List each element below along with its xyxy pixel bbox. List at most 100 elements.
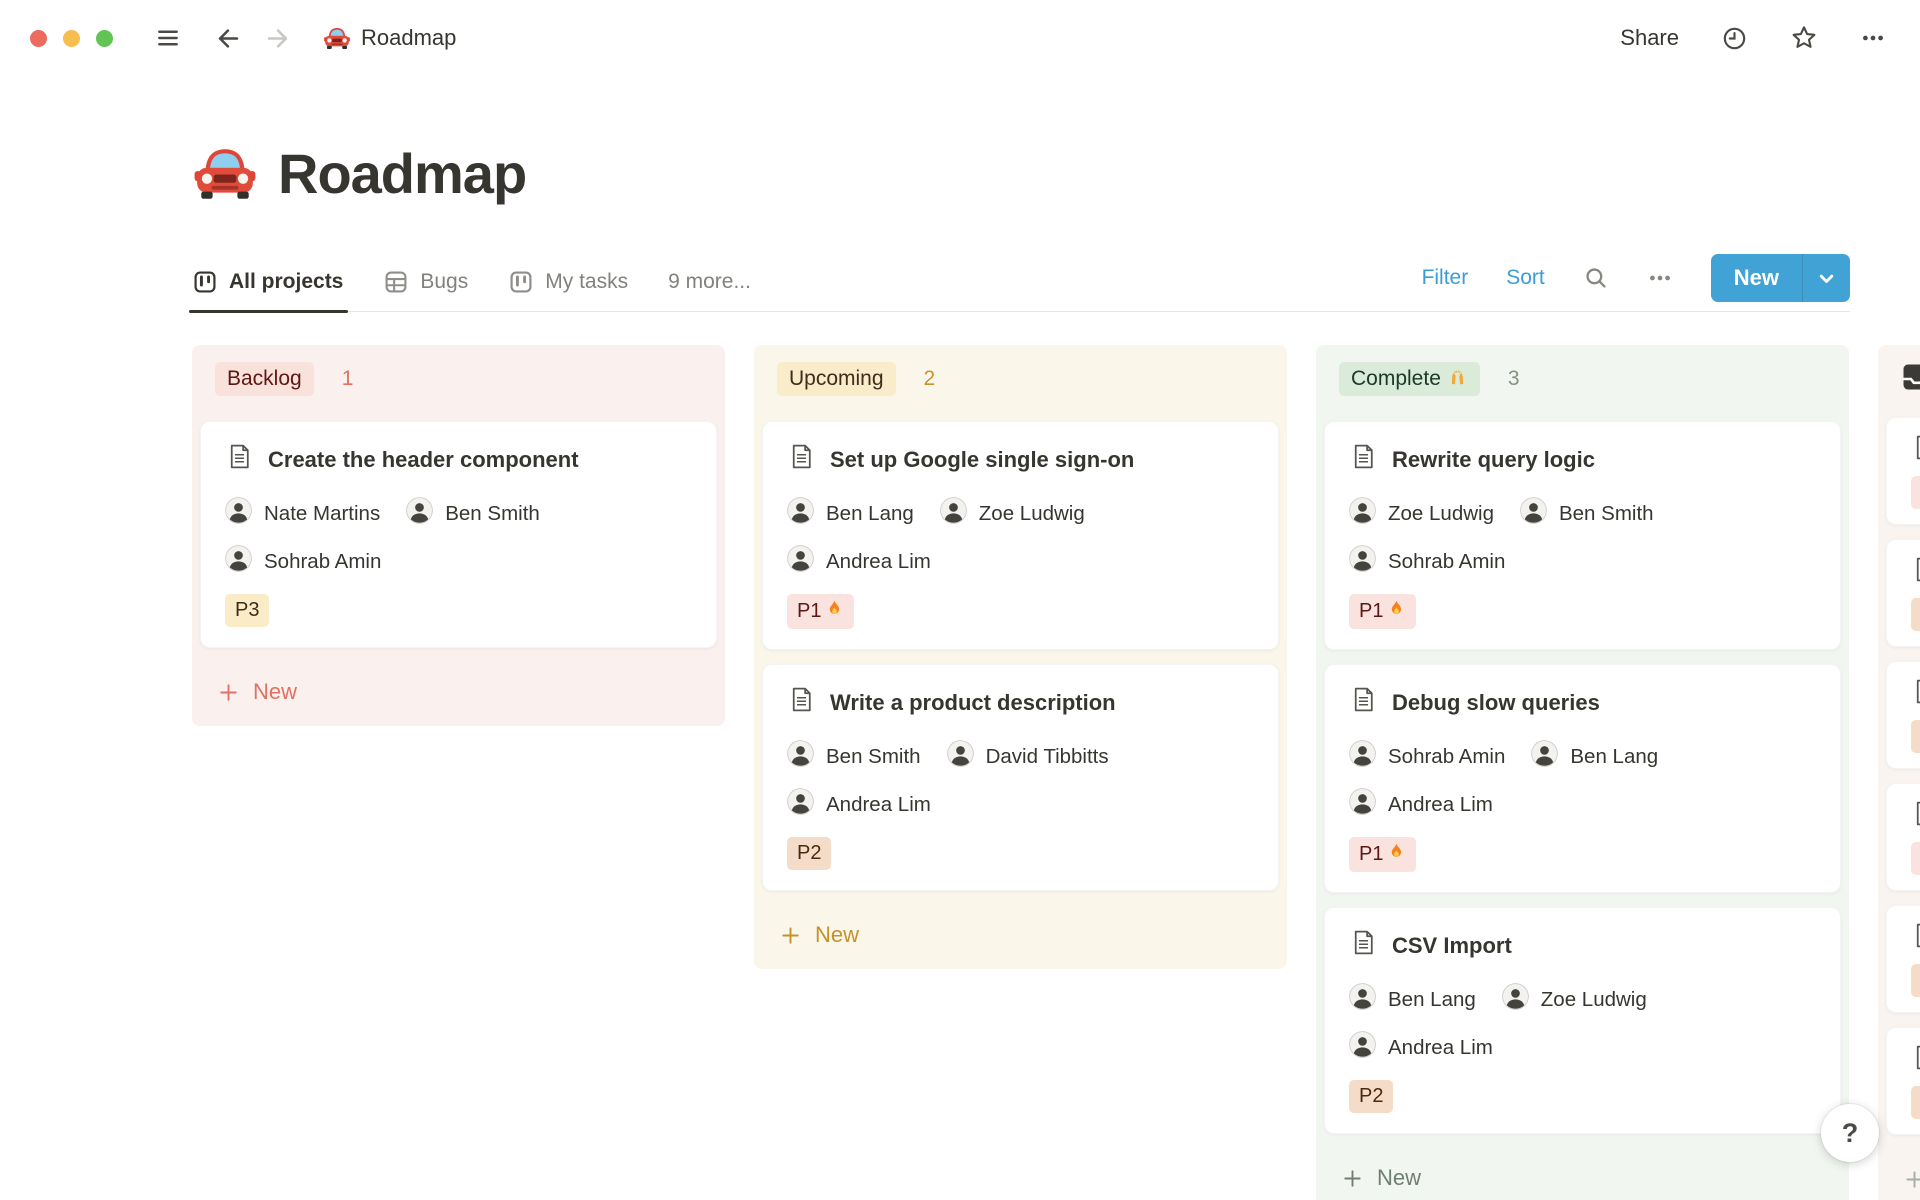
breadcrumb[interactable]: Roadmap <box>323 24 456 52</box>
car-emoji <box>192 140 258 206</box>
search-icon[interactable] <box>1583 265 1609 291</box>
plus-icon <box>217 681 240 704</box>
assignee: Andrea Lim <box>1349 788 1493 821</box>
kanban-card[interactable]: CSV Import Ben Lang Zoe Ludwig Andrea Lim P2 <box>1324 907 1841 1134</box>
kanban-card[interactable]: P2 <box>1886 905 1920 1013</box>
new-card-button[interactable]: New <box>192 672 725 712</box>
chevron-down-icon[interactable] <box>1802 254 1850 302</box>
page-title: Roadmap <box>192 140 1920 206</box>
priority-badge: P2 <box>1911 964 1920 997</box>
page-icon <box>225 442 254 477</box>
minimize-window-button[interactable] <box>63 29 80 47</box>
page-icon <box>1911 1043 1920 1077</box>
tab-my-tasks[interactable]: My tasks <box>508 269 628 295</box>
assignee-name: Ben Lang <box>1570 744 1659 768</box>
tab-more[interactable]: 9 more... <box>668 270 751 294</box>
card-title-row: Debug slow queries <box>1349 685 1816 720</box>
new-button[interactable]: New <box>1710 254 1850 302</box>
avatar <box>1349 545 1376 578</box>
card-title: CSV Import <box>1392 932 1512 958</box>
tab-bugs[interactable]: Bugs <box>383 269 468 295</box>
kanban-card[interactable]: Create the header component Nate Martins B… <box>200 421 717 648</box>
new-card-label: New <box>815 922 860 947</box>
column-status-badge[interactable]: Backlog <box>215 362 314 396</box>
priority-badge: P1 <box>1349 594 1417 629</box>
page-icon <box>1911 555 1920 589</box>
tab-all-projects[interactable]: All projects <box>188 269 349 313</box>
new-card-label: New <box>253 679 298 704</box>
kanban-card[interactable]: Write a product description Ben Smith Davi… <box>762 664 1279 891</box>
hamburger-menu-icon[interactable] <box>155 25 181 51</box>
avatar <box>1349 740 1376 773</box>
help-button[interactable]: ? <box>1821 1104 1879 1162</box>
assignee-name: Zoe Ludwig <box>1388 501 1494 525</box>
column-card-count: 2 <box>923 367 936 390</box>
kanban-card[interactable]: P2 <box>1886 661 1920 769</box>
assignee-name: Zoe Ludwig <box>978 501 1085 525</box>
page-icon <box>1911 433 1920 467</box>
back-arrow-icon[interactable] <box>215 25 242 52</box>
kanban-card[interactable]: P2 <box>1886 539 1920 647</box>
assignee: Sohrab Amin <box>1349 740 1505 773</box>
card-assignees: Sohrab Amin Ben Lang Andrea Lim <box>1349 740 1789 821</box>
flame-emoji <box>1385 842 1406 867</box>
filter-button[interactable]: Filter <box>1422 266 1469 290</box>
star-icon[interactable] <box>1790 24 1818 52</box>
new-card-button[interactable]: New <box>1878 1159 1920 1199</box>
clock-icon[interactable] <box>1721 25 1748 52</box>
avatar <box>787 740 814 773</box>
view-controls: Filter Sort New <box>1422 254 1850 311</box>
traffic-lights <box>30 29 113 47</box>
tab-label: All projects <box>229 270 344 293</box>
flame-emoji <box>1385 599 1406 624</box>
column-status-label: Upcoming <box>789 367 884 390</box>
assignee-name: Ben Lang <box>1388 987 1476 1011</box>
kanban-card[interactable]: Debug slow queries Sohrab Amin Ben Lang And… <box>1324 664 1841 893</box>
card-assignees: Zoe Ludwig Ben Smith Sohrab Amin <box>1349 497 1789 578</box>
kanban-card[interactable]: P1 <box>1886 783 1920 891</box>
avatar <box>1531 740 1559 773</box>
table-icon <box>383 269 409 295</box>
column-status-badge[interactable]: Complete <box>1339 362 1480 396</box>
assignee-name: Ben Smith <box>445 501 540 525</box>
kanban-column-partial: P1 P2 P2 P1 P2 P2 New <box>1878 345 1920 1200</box>
assignee-name: Andrea Lim <box>826 549 931 573</box>
assignee-name: Andrea Lim <box>1388 1035 1493 1059</box>
kanban-card[interactable]: P1 <box>1886 417 1920 525</box>
page-icon <box>787 442 816 477</box>
column-header: Complete 3 <box>1316 359 1849 399</box>
priority-badge: P2 <box>1349 1080 1394 1113</box>
page-icon <box>1911 921 1920 955</box>
kanban-column-upcoming: Upcoming 2 Set up Google single sign-on Ben… <box>754 345 1287 969</box>
assignee: Andrea Lim <box>1349 1031 1493 1064</box>
share-button[interactable]: Share <box>1620 25 1679 51</box>
new-button-label[interactable]: New <box>1711 254 1802 302</box>
priority-label: P2 <box>1359 1085 1384 1107</box>
priority-badge: P3 <box>225 594 270 627</box>
column-card-count: 3 <box>1507 367 1520 390</box>
assignee: Andrea Lim <box>787 545 931 578</box>
assignee-name: Sohrab Amin <box>1388 744 1506 768</box>
kanban-card[interactable]: P2 <box>1886 1027 1920 1135</box>
assignee-name: Andrea Lim <box>826 792 931 816</box>
tab-label: 9 more... <box>668 270 751 293</box>
zoom-window-button[interactable] <box>96 29 113 47</box>
card-assignees: Ben Lang Zoe Ludwig Andrea Lim <box>1349 983 1789 1064</box>
assignee-name: Sohrab Amin <box>1388 549 1506 573</box>
plus-icon <box>779 924 802 947</box>
ellipsis-icon[interactable] <box>1860 25 1886 51</box>
close-window-button[interactable] <box>30 29 47 47</box>
card-title-row: Create the header component <box>225 442 692 477</box>
column-status-badge[interactable]: Upcoming <box>777 362 896 396</box>
ellipsis-icon[interactable] <box>1647 265 1673 291</box>
new-card-button[interactable]: New <box>1316 1158 1849 1198</box>
card-title: Write a product description <box>830 689 1116 715</box>
card-title: Create the header component <box>268 446 579 472</box>
avatar <box>1349 983 1376 1016</box>
assignee: Nate Martins <box>225 497 380 530</box>
kanban-card[interactable]: Set up Google single sign-on Ben Lang Zoe … <box>762 421 1279 650</box>
sort-button[interactable]: Sort <box>1506 266 1545 290</box>
new-card-button[interactable]: New <box>754 915 1287 955</box>
kanban-card[interactable]: Rewrite query logic Zoe Ludwig Ben Smith So… <box>1324 421 1841 650</box>
assignee-name: David Tibbitts <box>985 744 1109 768</box>
